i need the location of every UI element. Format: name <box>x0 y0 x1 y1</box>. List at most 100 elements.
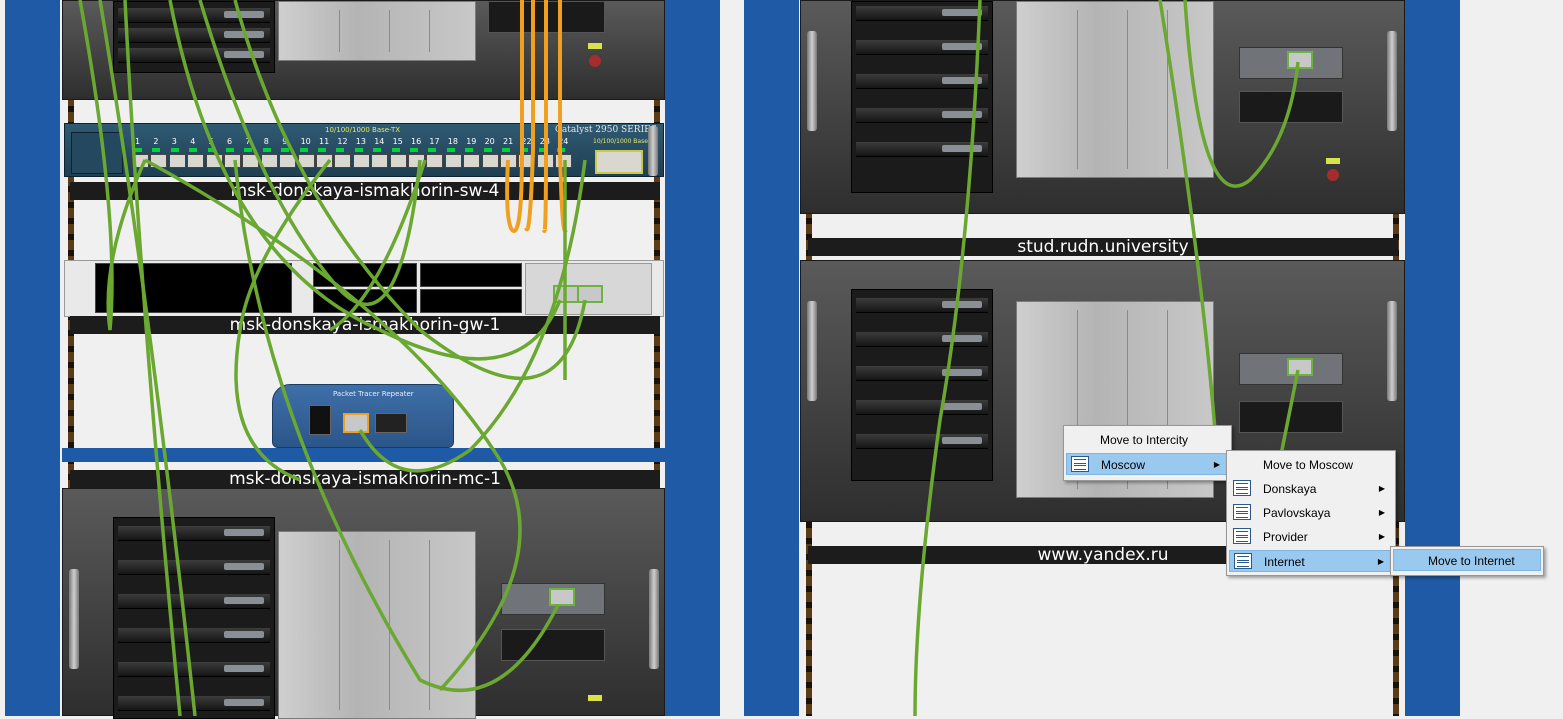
switch-port[interactable] <box>279 154 297 168</box>
repeater-mc-1[interactable]: Packet Tracer Repeater <box>272 384 454 448</box>
menu-item-moscow[interactable]: Moscow ▶ <box>1066 453 1229 475</box>
switch-port[interactable] <box>297 154 315 168</box>
switch-port[interactable] <box>316 154 333 168</box>
menu-item-move-to-moscow[interactable]: Move to Moscow <box>1229 454 1393 476</box>
port-status-led <box>557 148 566 152</box>
port-status-led <box>428 148 437 152</box>
menu-item-move-to-internet[interactable]: Move to Internet <box>1393 549 1541 571</box>
switch-sw-4[interactable]: 10/100/1000 Base-TX Catalyst 2950 SERIES… <box>64 123 664 177</box>
switch-port-number: 15 <box>392 137 403 146</box>
switch-header-text: 10/100/1000 Base-TX <box>325 126 401 134</box>
switch-port-number: 1 <box>135 137 141 146</box>
left-rack-frame-left <box>5 0 60 716</box>
switch-port[interactable] <box>132 154 149 168</box>
port-status-led <box>318 148 326 152</box>
port-status-led <box>502 148 510 152</box>
port-status-led <box>336 148 345 152</box>
context-menu-main: Move to Intercity Moscow ▶ <box>1063 425 1232 481</box>
server-front-panel <box>1016 1 1214 178</box>
switch-port[interactable] <box>260 154 278 168</box>
submenu-arrow-icon: ▶ <box>1378 532 1385 541</box>
router-slot-5 <box>420 289 522 313</box>
switch-port-number: 11 <box>319 137 330 146</box>
router-slot-2 <box>313 263 417 287</box>
port-status-led <box>446 148 455 152</box>
rack-icon <box>1234 553 1252 569</box>
submenu-arrow-icon: ▶ <box>1378 484 1385 493</box>
switch-port-number: 2 <box>153 137 159 146</box>
switch-port-number: 17 <box>429 137 440 146</box>
building-icon <box>1071 456 1089 472</box>
rack-icon <box>1233 528 1251 544</box>
switch-port-number: 24 <box>558 137 569 146</box>
menu-item-provider[interactable]: Provider ▶ <box>1229 526 1393 548</box>
port-status-led <box>373 148 382 152</box>
right-rack-frame-right <box>1405 0 1460 716</box>
switch-port-number: 12 <box>337 137 348 146</box>
port-status-led <box>538 148 547 152</box>
switch-port[interactable] <box>444 154 462 168</box>
repeater-port-a[interactable] <box>343 413 369 433</box>
port-status-led <box>207 148 216 152</box>
menu-item-pavlovskaya[interactable]: Pavlovskaya ▶ <box>1229 502 1393 524</box>
repeater-label: Packet Tracer Repeater <box>333 390 414 398</box>
port-status-led <box>354 148 363 152</box>
server-nic-port[interactable] <box>1287 358 1313 376</box>
switch-port[interactable] <box>242 154 260 168</box>
left-bottom-server[interactable] <box>62 488 665 719</box>
submenu-arrow-icon: ▶ <box>1213 460 1220 469</box>
port-status-led <box>299 148 308 152</box>
device-label-stud-rudn[interactable]: stud.rudn.university <box>808 238 1398 256</box>
server-stud-rudn[interactable] <box>800 0 1405 214</box>
server-nic-bay <box>488 1 605 33</box>
switch-port-number: 14 <box>374 137 385 146</box>
server-front-panel <box>278 1 476 61</box>
switch-uplink-ports[interactable] <box>595 150 643 174</box>
port-status-led <box>244 148 253 152</box>
switch-port[interactable] <box>408 154 425 168</box>
switch-port[interactable] <box>168 154 186 168</box>
left-top-server[interactable] <box>62 0 665 100</box>
switch-port-number: 7 <box>245 137 251 146</box>
switch-port[interactable] <box>352 154 370 168</box>
switch-port-number: 3 <box>171 137 177 146</box>
switch-port[interactable] <box>150 154 168 168</box>
switch-port[interactable] <box>555 154 573 168</box>
switch-port[interactable] <box>224 154 241 168</box>
device-label-sw-4[interactable]: msk-donskaya-ismakhorin-sw-4 <box>70 182 660 200</box>
switch-port-number: 4 <box>190 137 196 146</box>
menu-item-donskaya[interactable]: Donskaya ▶ <box>1229 478 1393 500</box>
switch-port[interactable] <box>187 154 205 168</box>
switch-port[interactable] <box>426 154 444 168</box>
switch-port[interactable] <box>205 154 223 168</box>
port-status-led <box>465 148 474 152</box>
submenu-arrow-icon: ▶ <box>1378 508 1385 517</box>
drive-bay <box>851 1 993 193</box>
server-nic-port[interactable] <box>1287 51 1313 69</box>
switch-port-number: 6 <box>227 137 233 146</box>
router-gw-1[interactable] <box>64 260 664 317</box>
device-label-gw-1[interactable]: msk-donskaya-ismakhorin-gw-1 <box>70 316 660 334</box>
switch-port[interactable] <box>500 154 517 168</box>
switch-port-number: 10 <box>300 137 311 146</box>
switch-port[interactable] <box>481 154 499 168</box>
repeater-switch[interactable] <box>309 405 331 435</box>
menu-item-internet[interactable]: Internet ▶ <box>1229 550 1393 572</box>
menu-item-move-to-intercity[interactable]: Move to Intercity <box>1066 429 1229 451</box>
device-label-mc-1[interactable]: msk-donskaya-ismakhorin-mc-1 <box>70 470 660 488</box>
server-nic-bay <box>1239 91 1343 123</box>
router-slot-3 <box>420 263 522 287</box>
router-port-1[interactable] <box>577 285 603 303</box>
router-port-0[interactable] <box>553 285 579 303</box>
switch-port-number: 5 <box>208 137 214 146</box>
server-nic-port[interactable] <box>549 588 575 606</box>
switch-port[interactable] <box>389 154 407 168</box>
switch-port[interactable] <box>536 154 554 168</box>
rack-icon <box>1233 480 1251 496</box>
switch-model-text: Catalyst 2950 SERIES <box>555 125 657 135</box>
switch-port[interactable] <box>463 154 481 168</box>
switch-port[interactable] <box>518 154 536 168</box>
switch-port[interactable] <box>334 154 352 168</box>
repeater-port-b[interactable] <box>375 413 407 433</box>
switch-port[interactable] <box>371 154 389 168</box>
